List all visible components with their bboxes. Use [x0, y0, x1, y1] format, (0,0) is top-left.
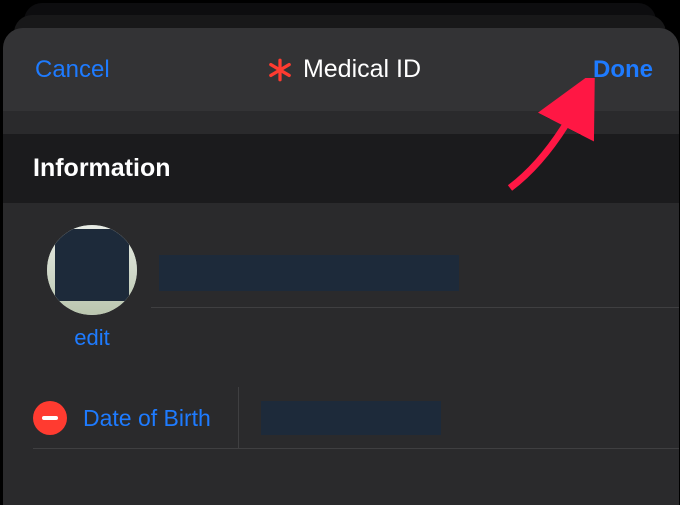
divider [151, 307, 679, 308]
section-header-information: Information [3, 134, 679, 203]
name-value-redacted [159, 255, 459, 291]
spacer [3, 111, 679, 134]
page-title-text: Medical ID [303, 55, 421, 84]
page-title: Medical ID [267, 55, 421, 84]
section-content: edit Date of Birth [3, 203, 679, 449]
medical-asterisk-icon [267, 57, 293, 83]
name-field[interactable] [151, 225, 679, 291]
avatar[interactable] [47, 225, 137, 315]
minus-icon [42, 416, 58, 420]
cancel-button[interactable]: Cancel [35, 56, 110, 83]
avatar-redaction [55, 229, 129, 301]
modal-sheet: Cancel Medical ID Done Information [3, 28, 679, 505]
date-of-birth-label[interactable]: Date of Birth [83, 405, 211, 432]
date-of-birth-value-redacted[interactable] [261, 401, 441, 435]
divider [33, 448, 679, 449]
divider-vertical [238, 387, 239, 449]
remove-dob-button[interactable] [33, 401, 67, 435]
done-button[interactable]: Done [593, 56, 653, 83]
profile-row: edit [3, 225, 679, 351]
date-of-birth-row: Date of Birth [3, 387, 679, 449]
navigation-bar: Cancel Medical ID Done [3, 28, 679, 111]
edit-photo-button[interactable]: edit [74, 325, 109, 351]
